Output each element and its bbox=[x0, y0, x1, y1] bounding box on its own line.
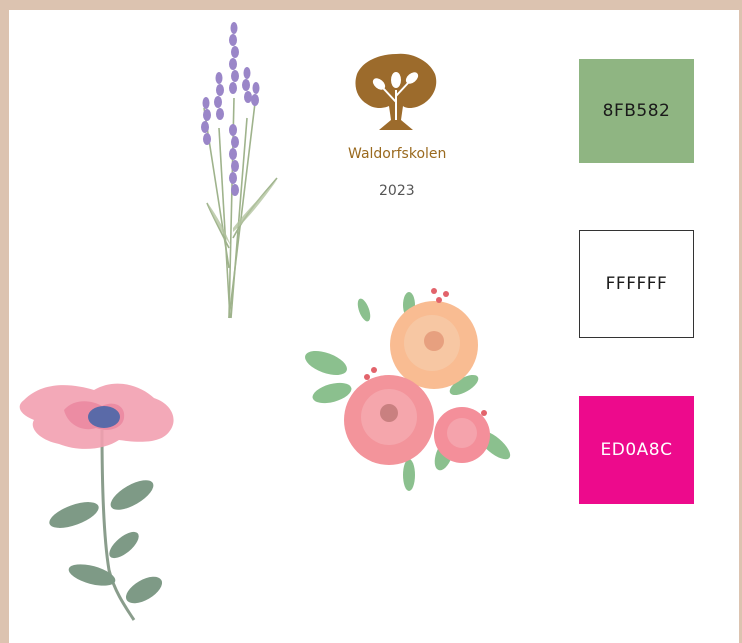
swatch-label-white: FFFFFF bbox=[605, 274, 668, 294]
pink-flower-illustration bbox=[19, 383, 174, 621]
color-swatch-green: 8FB582 bbox=[579, 59, 694, 163]
tree-logo-icon bbox=[355, 53, 437, 130]
rose-bouquet-illustration bbox=[305, 288, 511, 491]
color-swatch-white: FFFFFF bbox=[579, 230, 694, 338]
brand-name: Waldorfskolen bbox=[348, 146, 447, 162]
brand-year: 2023 bbox=[379, 183, 415, 199]
swatch-label-pink: ED0A8C bbox=[600, 440, 673, 460]
moodboard-canvas: Waldorfskolen 2023 8FB582 FFFFFF ED0A8C bbox=[9, 10, 739, 643]
swatch-label-green: 8FB582 bbox=[602, 101, 671, 121]
lavender-illustration bbox=[201, 22, 278, 319]
color-swatch-pink: ED0A8C bbox=[579, 396, 694, 504]
